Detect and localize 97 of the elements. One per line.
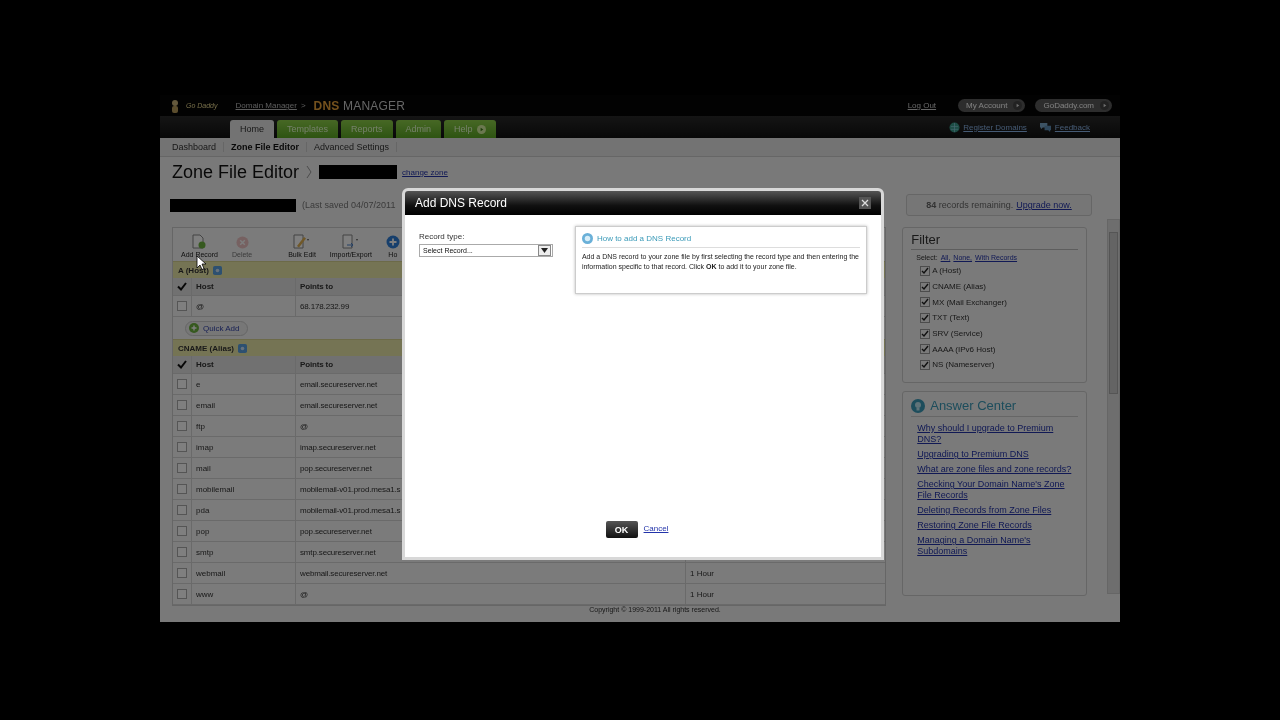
help-icon bbox=[212, 265, 222, 275]
filter-label: A (Host) bbox=[932, 266, 962, 276]
row-checkbox[interactable] bbox=[177, 505, 187, 515]
ok-button[interactable]: OK bbox=[605, 521, 638, 538]
filter-checkbox[interactable] bbox=[920, 312, 931, 323]
filter-title: Filter bbox=[911, 232, 1078, 250]
help-title: How to add a DNS Record bbox=[596, 234, 692, 243]
pencil-document-icon bbox=[293, 234, 311, 249]
plus-circle-icon bbox=[189, 323, 199, 333]
help-article-link[interactable]: Restoring Zone File Records bbox=[917, 520, 1078, 531]
section-title: CNAME (Alias) bbox=[178, 343, 234, 353]
table-cell: webmail bbox=[192, 563, 296, 583]
info-icon bbox=[581, 233, 593, 244]
table-cell: email bbox=[192, 395, 296, 415]
table-cell: mobilemail bbox=[192, 479, 296, 499]
help-icon bbox=[238, 343, 247, 353]
subnav-link[interactable]: Advanced Settings bbox=[307, 142, 398, 153]
document-plus-icon bbox=[192, 234, 207, 249]
globe-icon bbox=[949, 121, 961, 133]
help-article-link[interactable]: What are zone files and zone records? bbox=[917, 464, 1078, 475]
cancel-link[interactable]: Cancel bbox=[643, 524, 669, 533]
row-checkbox[interactable] bbox=[177, 421, 187, 431]
change-zone-link[interactable]: change zone bbox=[402, 167, 448, 177]
answer-center-title: Answer Center bbox=[930, 398, 1017, 413]
column-header: Host bbox=[192, 356, 296, 373]
table-cell: 1 Hour bbox=[690, 568, 714, 578]
upgrade-link[interactable]: Upgrade now. bbox=[1016, 200, 1072, 211]
help-article-link[interactable]: Deleting Records from Zone Files bbox=[917, 505, 1078, 516]
table-cell: mail bbox=[192, 458, 296, 478]
header-pill-button[interactable]: GoDaddy.com bbox=[1035, 99, 1112, 112]
chevron-icon bbox=[306, 165, 313, 180]
last-saved-text: (Last saved 04/07/2011 bbox=[302, 200, 396, 211]
filter-label: CNAME (Alias) bbox=[932, 282, 986, 292]
scrollbar-thumb[interactable] bbox=[1109, 232, 1118, 394]
row-checkbox[interactable] bbox=[177, 301, 187, 311]
row-checkbox[interactable] bbox=[177, 463, 187, 473]
checkmark-icon bbox=[177, 282, 187, 291]
filter-checkbox[interactable] bbox=[920, 359, 931, 370]
table-cell: ftp bbox=[192, 416, 296, 436]
breadcrumb-link[interactable]: Domain Manager bbox=[235, 101, 297, 110]
filter-label: SRV (Service) bbox=[932, 329, 983, 339]
filter-checkbox[interactable] bbox=[920, 344, 931, 355]
filter-label: AAAA (IPv6 Host) bbox=[932, 344, 996, 354]
document-arrows-icon bbox=[341, 234, 360, 249]
row-checkbox[interactable] bbox=[177, 589, 187, 599]
filter-label: MX (Mail Exchanger) bbox=[932, 297, 1007, 307]
breadcrumb-separator: > bbox=[300, 101, 306, 110]
header-pill-button[interactable]: My Account bbox=[958, 99, 1026, 112]
page-title: Zone File Editor bbox=[172, 161, 300, 183]
filter-label: TXT (Text) bbox=[932, 313, 970, 323]
log-out-link[interactable]: Log Out bbox=[907, 101, 937, 110]
dialog-title: Add DNS Record bbox=[415, 196, 508, 210]
help-article-link[interactable]: Upgrading to Premium DNS bbox=[917, 449, 1078, 460]
filter-checkbox[interactable] bbox=[920, 265, 931, 276]
table-cell: imap bbox=[192, 437, 296, 457]
utility-link[interactable]: Register Domains bbox=[963, 122, 1027, 132]
filter-checkbox[interactable] bbox=[920, 281, 931, 292]
plus-circle-icon bbox=[385, 235, 400, 249]
table-cell: @ bbox=[192, 296, 296, 316]
row-checkbox[interactable] bbox=[177, 484, 187, 494]
dropdown-arrow-icon bbox=[541, 248, 548, 253]
quick-add-button[interactable]: Quick Add bbox=[185, 320, 249, 336]
help-article-link[interactable]: Managing a Domain Name's Subdomains bbox=[917, 535, 1078, 557]
row-checkbox[interactable] bbox=[177, 568, 187, 578]
row-checkbox[interactable] bbox=[177, 400, 187, 410]
cursor-icon bbox=[196, 255, 206, 270]
filter-checkbox[interactable] bbox=[920, 328, 931, 339]
subnav-link[interactable]: Zone File Editor bbox=[224, 142, 308, 153]
row-checkbox[interactable] bbox=[177, 379, 187, 389]
help-article-link[interactable]: Checking Your Domain Name's Zone File Records bbox=[917, 479, 1078, 501]
table-cell: smtp bbox=[192, 542, 296, 562]
lightbulb-icon bbox=[911, 398, 926, 413]
product-title: DNS MANAGER bbox=[313, 98, 406, 113]
subnav-link[interactable]: Dashboard bbox=[165, 142, 225, 153]
records-remaining-text: 84 records remaining. bbox=[926, 200, 1014, 211]
section-title: A (Host) bbox=[178, 265, 209, 275]
checkmark-icon bbox=[177, 360, 187, 369]
field-label: Record type: bbox=[419, 232, 466, 241]
utility-link[interactable]: Feedback bbox=[1054, 122, 1090, 132]
filter-label: NS (Nameserver) bbox=[932, 360, 995, 370]
table-cell: 1 Hour bbox=[690, 589, 714, 599]
filter-checkbox[interactable] bbox=[920, 297, 931, 308]
table-cell: e bbox=[192, 374, 296, 394]
close-button[interactable] bbox=[859, 197, 871, 209]
row-checkbox[interactable] bbox=[177, 526, 187, 536]
table-cell: @ bbox=[296, 584, 686, 604]
nav-tab[interactable]: Home bbox=[230, 120, 274, 138]
row-checkbox[interactable] bbox=[177, 442, 187, 452]
speech-bubbles-icon bbox=[1038, 121, 1052, 133]
arrow-icon bbox=[1100, 101, 1109, 110]
table-cell: www bbox=[192, 584, 296, 604]
scrollbar[interactable] bbox=[1107, 219, 1120, 594]
table-cell: webmail.secureserver.net bbox=[296, 563, 686, 583]
row-checkbox[interactable] bbox=[177, 547, 187, 557]
column-header: Host bbox=[192, 278, 296, 295]
table-cell: pda bbox=[192, 500, 296, 520]
table-cell: pop bbox=[192, 521, 296, 541]
